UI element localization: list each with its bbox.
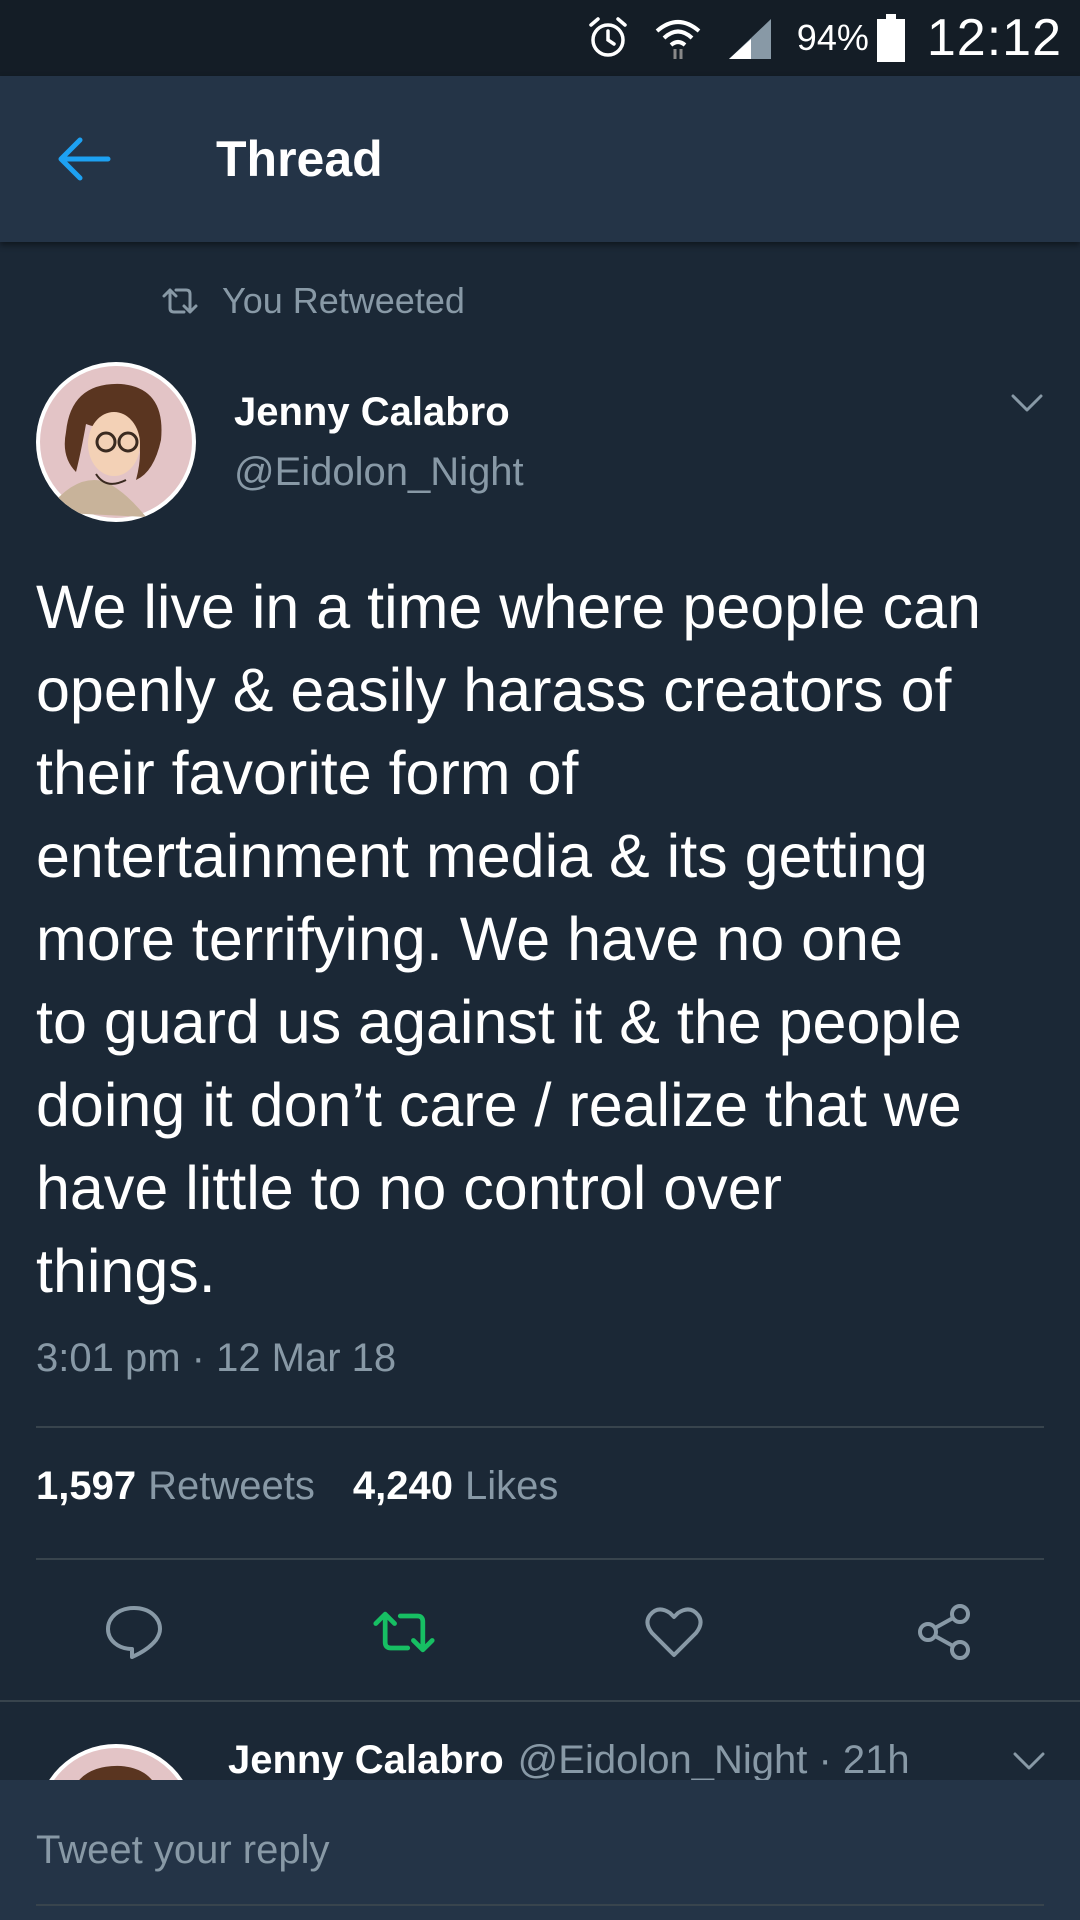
retweets-stat[interactable]: 1,597 Retweets — [36, 1464, 315, 1509]
reply-compose-bar[interactable]: Tweet your reply — [0, 1780, 1080, 1920]
chevron-down-icon[interactable] — [1012, 1750, 1046, 1777]
wifi-icon — [653, 15, 703, 61]
chevron-down-icon[interactable] — [1010, 392, 1044, 419]
share-icon[interactable] — [912, 1600, 976, 1664]
like-heart-icon[interactable] — [642, 1600, 706, 1664]
tweet-text: We live in a time where people can openl… — [36, 573, 981, 1305]
signal-icon — [725, 15, 775, 61]
retweet-icon — [160, 286, 200, 316]
app-bar: Thread — [0, 76, 1080, 242]
likes-count: 4,240 — [352, 1464, 453, 1508]
retweet-context: You Retweeted — [160, 280, 465, 322]
back-arrow-icon[interactable] — [52, 132, 116, 186]
reply-icon[interactable] — [102, 1600, 166, 1664]
reply-author-name[interactable]: Jenny Calabro — [228, 1738, 504, 1780]
status-bar: 94% 12:12 — [0, 0, 1080, 76]
reply-author-meta: @Eidolon_Night · 21h — [517, 1738, 910, 1780]
avatar[interactable] — [36, 362, 196, 522]
author-name[interactable]: Jenny Calabro — [234, 390, 510, 435]
battery-icon — [876, 14, 905, 62]
likes-label: Likes — [464, 1464, 559, 1508]
divider — [36, 1426, 1044, 1428]
clock: 12:12 — [926, 9, 1062, 67]
reply-input[interactable]: Tweet your reply — [36, 1828, 329, 1873]
likes-stat[interactable]: 4,240 Likes — [353, 1464, 559, 1509]
page-title: Thread — [216, 131, 383, 187]
alarm-icon — [585, 15, 631, 61]
author-handle[interactable]: @Eidolon_Night — [234, 450, 524, 495]
battery-percentage: 94% — [796, 17, 869, 58]
retweets-count: 1,597 — [36, 1464, 137, 1508]
divider — [36, 1558, 1044, 1560]
tweet-timestamp: 3:01 pm · 12 Mar 18 — [36, 1336, 397, 1380]
input-underline — [36, 1904, 1044, 1906]
retweet-context-label: You Retweeted — [222, 280, 465, 321]
retweet-button-icon[interactable] — [372, 1600, 436, 1664]
avatar[interactable] — [36, 1744, 196, 1780]
reply-author-line: Jenny Calabro @Eidolon_Night · 21h — [228, 1738, 910, 1780]
tweet-stats: 1,597 Retweets 4,240 Likes — [36, 1464, 596, 1509]
retweets-label: Retweets — [148, 1464, 315, 1508]
reply-tweet-preview[interactable]: Jenny Calabro @Eidolon_Night · 21h — [0, 1700, 1080, 1780]
